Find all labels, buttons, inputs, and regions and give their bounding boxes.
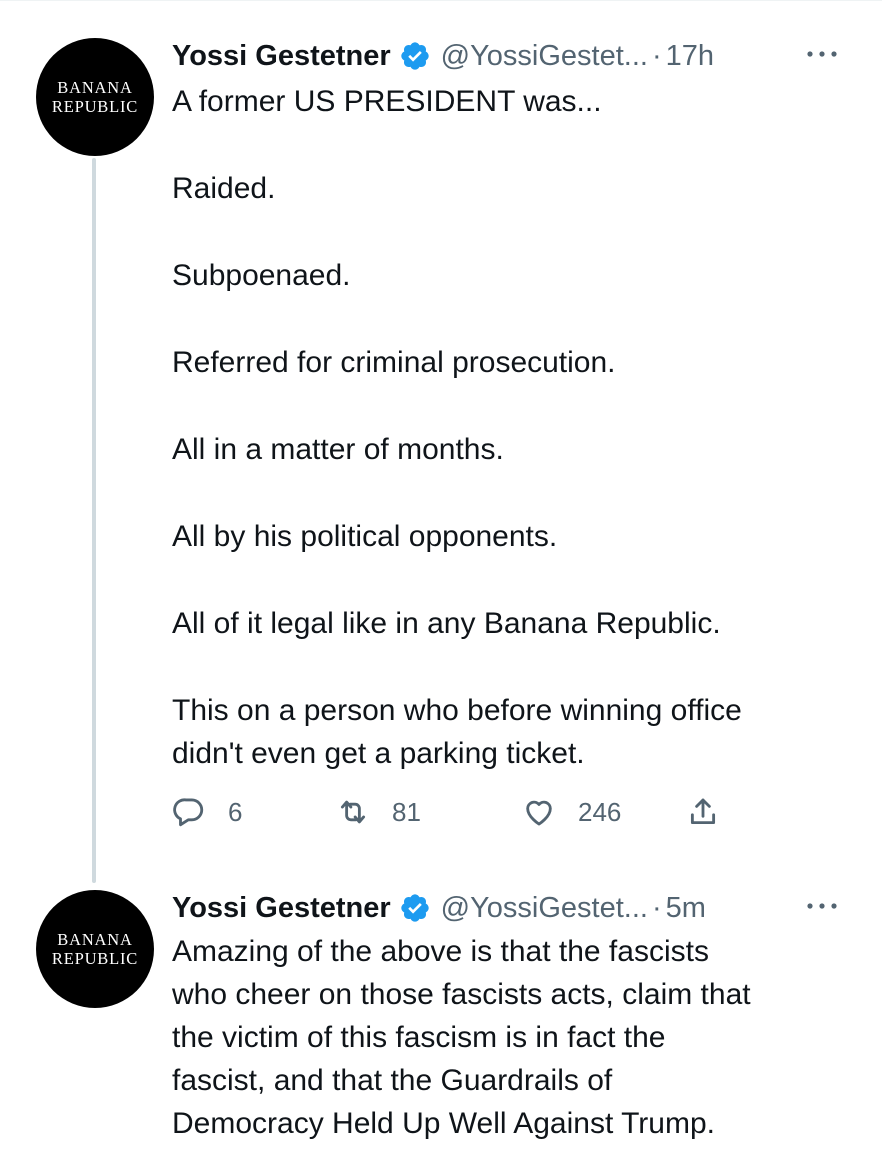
share-icon xyxy=(690,798,716,825)
tweet-paragraph: Raided. xyxy=(172,172,276,205)
author-handle[interactable]: @YossiGestet... xyxy=(441,892,648,925)
like-button[interactable]: 246 xyxy=(522,792,621,832)
tweet-paragraph: Subpoenaed. xyxy=(172,259,351,292)
tweet-header: Yossi Gestetner @YossiGestet... · 17h xyxy=(172,36,852,76)
like-count: 246 xyxy=(578,796,622,827)
tweet-paragraph: Referred for criminal prosecution. xyxy=(172,346,616,379)
tweet-paragraph: All in a matter of months. xyxy=(172,433,504,466)
tweet-paragraph: All by his political opponents. xyxy=(172,520,558,553)
retweet-icon xyxy=(340,800,366,824)
tweet-text: Amazing of the above is that the fascist… xyxy=(172,930,852,1145)
author-name[interactable]: Yossi Gestetner xyxy=(172,892,391,925)
top-divider xyxy=(0,0,882,1)
tweet-timestamp[interactable]: 17h xyxy=(666,40,714,73)
tweet-header: Yossi Gestetner @YossiGestet... · 5m xyxy=(172,888,852,928)
retweet-count: 81 xyxy=(392,796,421,827)
avatar[interactable]: BANANA REPUBLIC xyxy=(36,890,154,1008)
tweet-text: A former US PRESIDENT was... Raided. Sub… xyxy=(172,80,852,775)
tweet-paragraph: A former US PRESIDENT was... xyxy=(172,85,602,118)
like-icon xyxy=(526,800,552,826)
tweet-timestamp[interactable]: 5m xyxy=(666,892,706,925)
retweet-button[interactable]: 81 xyxy=(336,792,421,832)
avatar-text-line: BANANA xyxy=(57,930,133,949)
more-options-icon[interactable] xyxy=(804,44,840,64)
avatar-text-line: BANANA xyxy=(57,78,133,97)
author-name[interactable]: Yossi Gestetner xyxy=(172,40,391,73)
tweet-actions: 6 81 246 xyxy=(172,792,732,832)
avatar[interactable]: BANANA REPUBLIC xyxy=(36,38,154,156)
separator-dot: · xyxy=(651,39,662,72)
thread-connector-line xyxy=(92,158,96,883)
tweet-paragraph: All of it legal like in any Banana Repub… xyxy=(172,607,721,640)
verified-badge-icon xyxy=(401,894,429,922)
reply-count: 6 xyxy=(228,796,243,827)
avatar-text-line: REPUBLIC xyxy=(51,949,139,968)
verified-badge-icon xyxy=(401,42,429,70)
share-button[interactable] xyxy=(686,792,720,832)
reply-icon xyxy=(173,798,204,827)
tweet-paragraph: Amazing of the above is that the fascist… xyxy=(172,935,751,1140)
separator-dot: · xyxy=(651,891,662,924)
more-options-icon[interactable] xyxy=(804,896,840,916)
avatar-text-line: REPUBLIC xyxy=(51,97,139,116)
tweet-paragraph: This on a person who before winning offi… xyxy=(172,694,742,770)
author-handle[interactable]: @YossiGestet... xyxy=(441,40,648,73)
reply-button[interactable]: 6 xyxy=(172,792,242,832)
